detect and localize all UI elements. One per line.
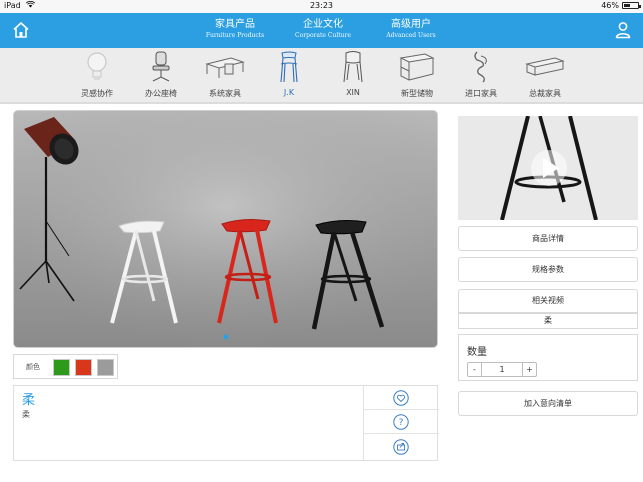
help-button[interactable]: ? (364, 410, 439, 434)
nav-advanced-users[interactable]: 高级用户 Advanced Users (380, 19, 442, 40)
product-info-panel: 柔 柔 ? (13, 385, 439, 461)
color-swatch-green[interactable] (53, 359, 70, 376)
related-videos-button[interactable]: 相关视频 (458, 289, 638, 313)
share-icon (393, 439, 409, 455)
favorite-button[interactable] (364, 386, 439, 410)
product-subtitle: 柔 (22, 410, 30, 419)
storage-icon (399, 53, 435, 81)
battery-level (624, 4, 630, 7)
quantity-increase-button[interactable]: + (522, 363, 536, 376)
share-button[interactable] (364, 435, 439, 459)
color-swatch-red[interactable] (75, 359, 92, 376)
color-selector: 颜色 (13, 354, 118, 379)
video-thumbnail[interactable] (458, 116, 638, 220)
color-label: 颜色 (26, 363, 40, 371)
battery-percent: 46% (601, 1, 619, 10)
carousel-dot-active[interactable] (223, 334, 229, 340)
category-label: 总裁家具 (529, 89, 561, 98)
nav-label-en: Advanced Users (386, 32, 436, 39)
lounge-chair-icon (474, 51, 487, 83)
office-chair-icon (152, 51, 170, 82)
quantity-label: 数量 (467, 347, 487, 358)
executive-desk-icon (525, 57, 565, 76)
nav-corporate-culture[interactable]: 企业文化 Corporate Culture (292, 19, 354, 40)
product-image-carousel[interactable] (13, 110, 438, 348)
user-icon (615, 22, 631, 39)
nav-label-cn: 家具产品 (215, 19, 255, 30)
specifications-label: 规格参数 (532, 265, 564, 274)
quantity-decrease-button[interactable]: - (468, 363, 482, 376)
category-executive[interactable]: 总裁家具 (505, 48, 585, 104)
product-photo (14, 111, 437, 347)
quantity-section: 数量 - 1 + (458, 339, 638, 381)
related-videos-label: 相关视频 (532, 296, 564, 305)
bulb-icon (87, 52, 107, 80)
question-icon: ? (393, 414, 409, 430)
chair-xin-icon (343, 51, 363, 83)
top-nav-bar: 家具产品 Furniture Products 企业文化 Corporate C… (0, 13, 643, 48)
heart-icon (393, 390, 409, 406)
add-to-wishlist-label: 加入意向清单 (524, 399, 572, 408)
nav-label-en: Corporate Culture (295, 32, 351, 39)
home-button[interactable] (12, 21, 30, 39)
app-screen: iPad 23:23 46% 家具产品 Furniture Products 企… (0, 0, 643, 482)
related-video-item[interactable]: 柔 (458, 313, 638, 329)
chair-jk-icon (280, 51, 298, 83)
nav-label-cn: 高级用户 (391, 19, 431, 30)
nav-label-cn: 企业文化 (303, 19, 343, 30)
battery-icon (622, 2, 641, 9)
specifications-button[interactable]: 规格参数 (458, 257, 638, 282)
user-button[interactable] (615, 21, 631, 39)
home-icon (13, 22, 29, 38)
quantity-value[interactable]: 1 (482, 363, 522, 376)
clock: 23:23 (309, 1, 334, 10)
product-details-button[interactable]: 商品详情 (458, 226, 638, 251)
product-title: 柔 (22, 393, 36, 408)
product-details-label: 商品详情 (532, 234, 564, 243)
svg-text:?: ? (399, 418, 404, 428)
nav-label-en: Furniture Products (205, 32, 265, 39)
category-bar: 灵感协作 办公座椅 系统家具 J.K XIN 新型储物 进口家具 总裁家具 (0, 48, 643, 104)
product-actions: ? (363, 386, 439, 460)
add-to-wishlist-button[interactable]: 加入意向清单 (458, 391, 638, 416)
nav-furniture-products[interactable]: 家具产品 Furniture Products (204, 19, 266, 40)
status-bar: iPad 23:23 46% (0, 0, 643, 13)
quantity-stepper: - 1 + (467, 362, 537, 377)
color-swatch-gray[interactable] (97, 359, 114, 376)
desk-system-icon (205, 57, 245, 78)
related-video-title: 柔 (544, 316, 552, 325)
